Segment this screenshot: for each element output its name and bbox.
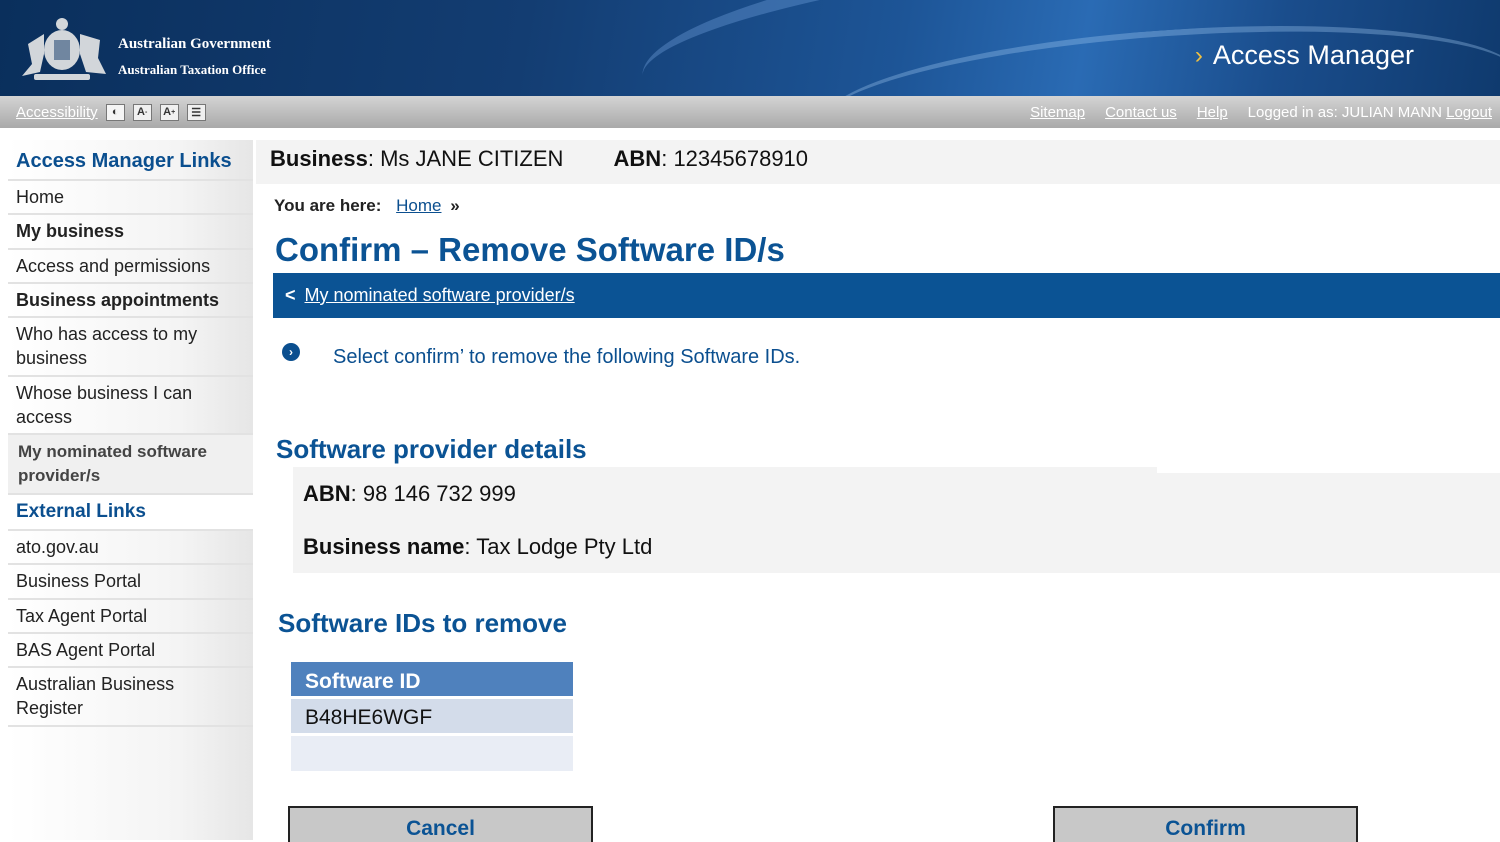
logged-in-status: Logged in as: JULIAN MANN Logout — [1248, 104, 1492, 121]
page-title: Confirm – Remove Software ID/s — [275, 231, 785, 268]
sidebar-item-abr[interactable]: Australian Business Register — [8, 668, 253, 727]
logged-in-user: JULIAN MANN — [1341, 103, 1442, 121]
header-banner: Australian Government Australian Taxatio… — [0, 0, 1500, 96]
government-title: Australian Government Australian Taxatio… — [118, 34, 271, 79]
provider-abn-row: ABN: 98 146 732 999 — [303, 481, 516, 506]
back-arrow-icon: < — [285, 285, 296, 305]
app-title: › Access Manager — [1195, 40, 1414, 71]
back-to-providers-link[interactable]: My nominated software provider/s — [305, 285, 575, 305]
sidebar-item-business-appointments[interactable]: Business appointments — [8, 284, 253, 319]
confirm-button[interactable]: Confirm — [1053, 806, 1358, 842]
sidebar-item-whose-business[interactable]: Whose business I can access — [8, 377, 253, 436]
sidebar-item-tax-agent-portal[interactable]: Tax Agent Portal — [8, 600, 253, 634]
provider-abn-value: 98 146 732 999 — [362, 481, 516, 506]
contact-us-link[interactable]: Contact us — [1105, 104, 1177, 121]
info-message: › Select confirm’ to remove the followin… — [282, 342, 801, 369]
sidebar-item-nominated-providers[interactable]: My nominated software provider/s — [8, 435, 253, 495]
provider-section-title: Software provider details — [276, 434, 587, 464]
provider-name-value: Tax Lodge Pty Ltd — [476, 534, 653, 559]
sitemap-link[interactable]: Sitemap — [1030, 104, 1085, 121]
sidebar-item-home[interactable]: Home — [8, 181, 253, 216]
provider-details: ABN: 98 146 732 999 Business name: Tax L… — [293, 467, 1500, 573]
accessibility-controls: Accessibility ◐ A- A + ☰ — [16, 103, 206, 121]
gov-line-2: Australian Taxation Office — [118, 62, 267, 77]
logout-link[interactable]: Logout — [1446, 104, 1492, 121]
arrow-circle-icon: › — [282, 342, 300, 361]
coat-of-arms-icon — [22, 18, 106, 80]
business-label: Business — [270, 146, 368, 171]
contrast-icon[interactable]: ◐ — [105, 103, 125, 121]
software-section-title: Software IDs to remove — [278, 608, 567, 638]
provider-name-row: Business name: Tax Lodge Pty Ltd — [303, 534, 653, 559]
software-id-header: Software ID — [291, 662, 573, 696]
font-larger-label: A — [163, 106, 172, 118]
sidebar-item-access-permissions[interactable]: Access and permissions — [8, 250, 253, 284]
info-text: Select confirm’ to remove the following … — [333, 346, 801, 368]
gov-line-1: Australian Government — [118, 36, 271, 52]
font-smaller-button[interactable]: A- — [132, 103, 152, 121]
software-id-table: Software ID B48HE6WGF — [291, 662, 573, 771]
sidebar-heading: Access Manager Links — [8, 140, 253, 181]
breadcrumb-prefix: You are here: — [274, 196, 382, 215]
logged-in-prefix: Logged in as: — [1247, 103, 1342, 121]
business-summary: Business: Ms JANE CITIZEN ABN: 123456789… — [256, 140, 1500, 184]
sidebar-item-bas-agent-portal[interactable]: BAS Agent Portal — [8, 634, 253, 669]
software-id-empty-row — [291, 736, 573, 771]
breadcrumb-home-link[interactable]: Home — [396, 196, 441, 215]
cancel-button[interactable]: Cancel — [288, 806, 593, 842]
abn-label: ABN — [613, 146, 662, 171]
details-notch — [1157, 467, 1500, 473]
provider-name-label: Business name — [303, 534, 465, 559]
utility-links: Sitemap Contact us Help Logged in as: JU… — [1030, 104, 1492, 121]
font-smaller-label: A — [137, 106, 145, 118]
sidebar: Access Manager Links Home My business Ac… — [8, 140, 253, 840]
external-links-heading: External Links — [8, 494, 253, 531]
sidebar-item-my-business[interactable]: My business — [8, 215, 253, 250]
chevron-right-icon: › — [1194, 41, 1203, 69]
software-id-cell: B48HE6WGF — [291, 699, 573, 733]
print-icon[interactable]: ☰ — [186, 103, 206, 121]
back-navigation-bar: < My nominated software provider/s — [273, 273, 1500, 318]
help-link[interactable]: Help — [1197, 104, 1228, 121]
business-value: Ms JANE CITIZEN — [380, 146, 564, 171]
accessibility-link[interactable]: Accessibility — [16, 104, 98, 121]
sidebar-item-who-has-access[interactable]: Who has access to my business — [8, 318, 253, 377]
sidebar-item-business-portal[interactable]: Business Portal — [8, 565, 253, 600]
abn-value: 12345678910 — [673, 146, 809, 171]
utility-bar: Accessibility ◐ A- A + ☰ Sitemap Contact … — [0, 96, 1500, 128]
app-title-text: Access Manager — [1212, 40, 1414, 70]
breadcrumb-separator: » — [450, 196, 460, 215]
breadcrumb: You are here: Home » — [274, 196, 460, 216]
provider-abn-label: ABN — [303, 481, 351, 506]
business-abn: ABN: 12345678910 — [613, 146, 809, 171]
sidebar-item-ato[interactable]: ato.gov.au — [8, 531, 253, 566]
font-larger-button[interactable]: A + — [159, 103, 179, 121]
